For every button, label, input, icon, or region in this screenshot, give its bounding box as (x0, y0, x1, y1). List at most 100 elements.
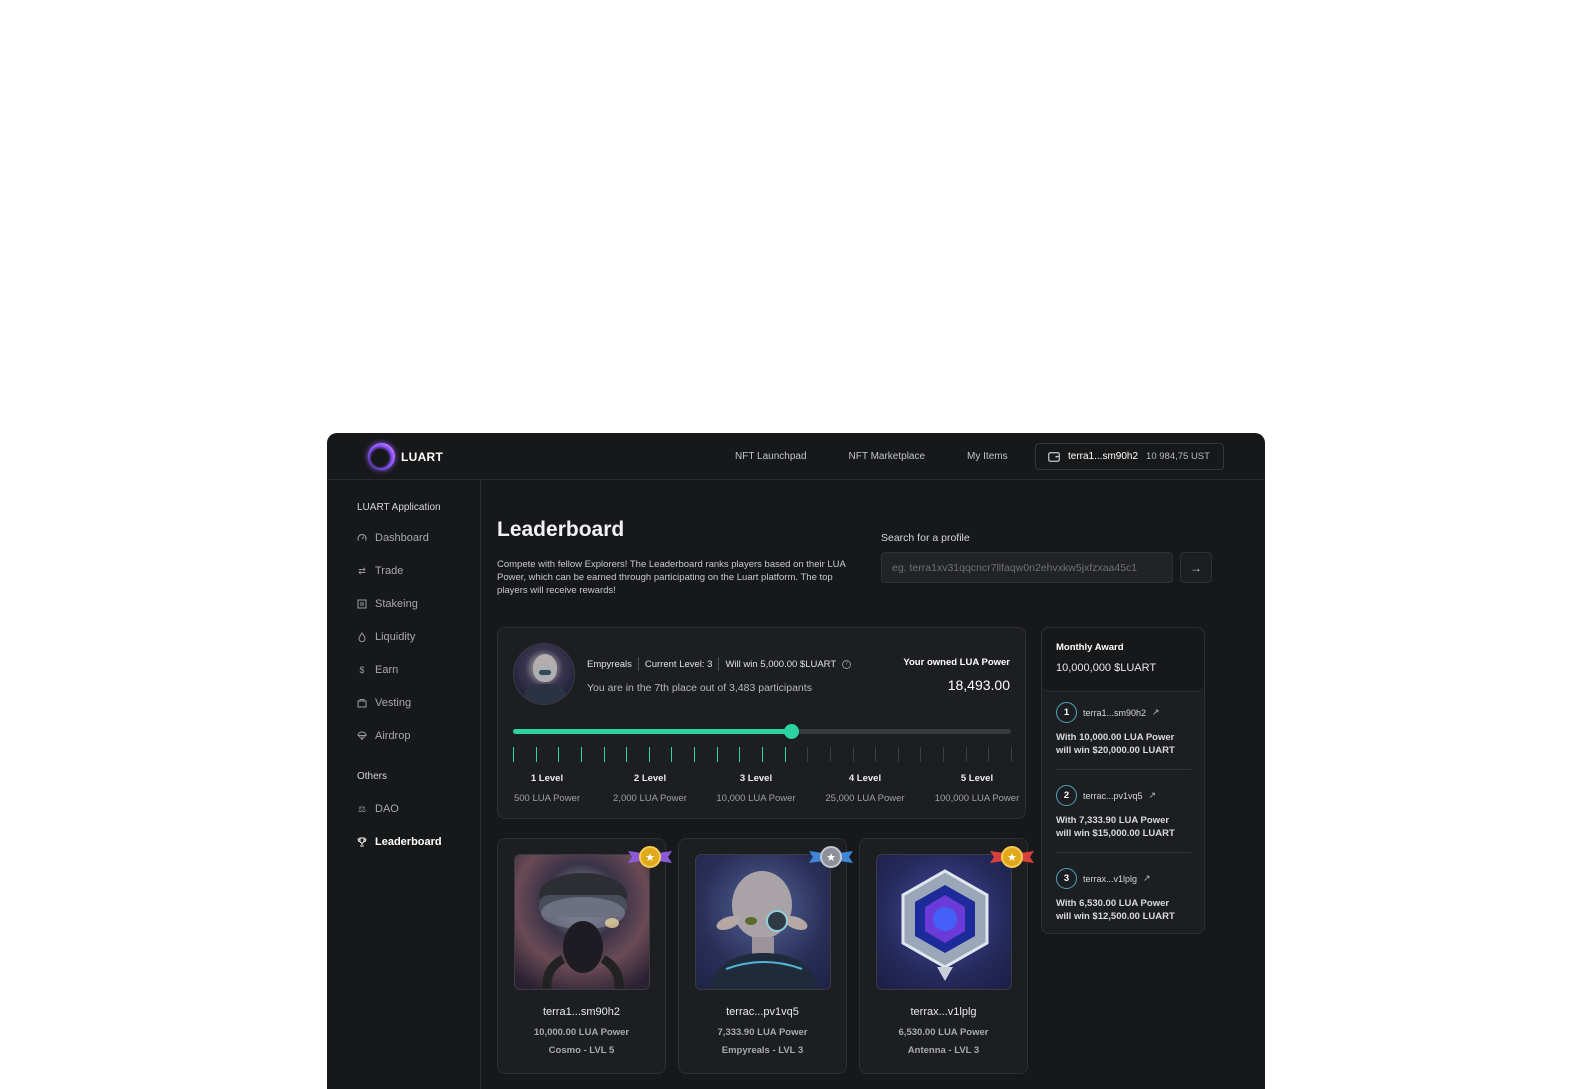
rank-address[interactable]: terra1...sm90h2 (1083, 708, 1146, 718)
rank-power-line: With 7,333.90 LUA Power (1056, 815, 1170, 826)
level-progress-thumb[interactable] (783, 724, 799, 739)
nav-nft-launchpad[interactable]: NFT Launchpad (735, 451, 807, 462)
sidebar-item-airdrop[interactable]: Airdrop (357, 730, 410, 742)
level-5: 5 Level 100,000 LUA Power (935, 773, 1020, 804)
arrow-right-icon: → (1190, 560, 1202, 575)
award-amount: 10,000,000 $LUART (1056, 662, 1157, 674)
rank-win-line: will win $20,000.00 LUART (1056, 745, 1175, 756)
rank-power-line: With 10,000.00 LUA Power (1056, 732, 1175, 743)
owned-power-label: Your owned LUA Power (903, 657, 1010, 668)
page-description: Compete with fellow Explorers! The Leade… (497, 559, 846, 596)
sidebar-item-label: Stakeing (375, 598, 418, 610)
nav-my-items[interactable]: My Items (967, 451, 1008, 462)
luart-logo-icon (368, 443, 395, 470)
player-address: terra1...sm90h2 (542, 1006, 621, 1018)
sidebar-item-dashboard[interactable]: Dashboard (357, 532, 429, 544)
sidebar-item-liquidity[interactable]: Liquidity (357, 631, 415, 643)
level-ticks (513, 747, 1012, 763)
top-player-card-1[interactable]: ★ terra1...sm90h2 10,000.00 LUA Power Co… (497, 838, 672, 1074)
level-name: 4 Level (848, 773, 882, 784)
level-2: 2 Level 2,000 LUA Power (613, 773, 687, 804)
sidebar: LUART Application Dashboard ⇄ Trade Stak… (327, 480, 481, 1089)
wallet-icon (1048, 452, 1060, 462)
top-player-card-2[interactable]: ★ terrac...pv1vq5 7,333.90 LUA Power Emp… (678, 838, 853, 1074)
sidebar-item-trade[interactable]: ⇄ Trade (357, 565, 403, 577)
award-rank-1: 1 terra1...sm90h2 ↗ With 10,000.00 LUA P… (1056, 702, 1191, 757)
level-power: 10,000 LUA Power (716, 793, 796, 804)
level-power: 2,000 LUA Power (613, 793, 687, 804)
external-link-icon[interactable]: ↗ (1143, 873, 1151, 884)
level-tick (603, 747, 605, 762)
level-power: 25,000 LUA Power (825, 793, 905, 804)
player-power: 7,333.90 LUA Power (717, 1027, 808, 1038)
top-player-card-3[interactable]: ★ terrax...v1lplg 6,530.00 LUA Power Ant… (859, 838, 1034, 1074)
main-content: Leaderboard Compete with fellow Explorer… (481, 480, 1265, 1089)
external-link-icon[interactable]: ↗ (1152, 707, 1160, 718)
level-tick (626, 747, 628, 762)
level-name: 2 Level (633, 773, 667, 784)
sidebar-section-application: LUART Application (357, 502, 441, 513)
level-name: 1 Level (530, 773, 564, 784)
level-tick (716, 747, 718, 762)
brand-logo[interactable]: LUART (368, 443, 443, 470)
award-title: Monthly Award (1056, 642, 1124, 653)
brand-name: LUART (401, 449, 444, 464)
dollar-icon: $ (359, 665, 365, 675)
rank-address[interactable]: terrax...v1lplg (1083, 874, 1137, 884)
rank-power-line: With 6,530.00 LUA Power (1056, 898, 1170, 909)
profile-search-input[interactable] (881, 552, 1173, 583)
level-tick (784, 747, 786, 762)
page-title: Leaderboard (497, 518, 625, 541)
nft-image (876, 854, 1012, 990)
nav-links: NFT Launchpad NFT Marketplace My Items (735, 433, 1050, 480)
level-power: 100,000 LUA Power (934, 793, 1020, 804)
divider (1056, 852, 1191, 853)
nft-image (695, 854, 831, 990)
sidebar-item-stakeing[interactable]: Stakeing (357, 598, 418, 610)
nav-nft-marketplace[interactable]: NFT Marketplace (849, 451, 926, 462)
search-submit-button[interactable]: → (1180, 552, 1212, 583)
sidebar-item-vesting[interactable]: Vesting (357, 697, 411, 709)
award-header: Monthly Award 10,000,000 $LUART (1042, 628, 1204, 692)
level-tick (558, 747, 560, 762)
rank-win-line: will win $15,000.00 LUART (1056, 828, 1175, 839)
sidebar-item-label: Vesting (375, 697, 412, 709)
rank-address[interactable]: terrac...pv1vq5 (1083, 791, 1143, 801)
will-win-text: Will win 5,000.00 $LUART (725, 658, 837, 670)
level-name: 3 Level (739, 773, 773, 784)
level-tick (513, 747, 514, 762)
sidebar-item-label: DAO (375, 803, 399, 815)
level-power: 500 LUA Power (513, 793, 581, 804)
level-tick (920, 747, 922, 762)
award-rank-3: 3 terrax...v1lplg ↗ With 6,530.00 LUA Po… (1056, 868, 1191, 923)
sidebar-item-leaderboard[interactable]: Leaderboard (357, 836, 442, 848)
search-label: Search for a profile (881, 532, 970, 544)
level-tick (829, 747, 831, 762)
wallet-button[interactable]: terra1...sm90h2 10 984,75 UST (1035, 443, 1224, 470)
sidebar-item-dao[interactable]: ⚖ DAO (357, 803, 399, 815)
level-name: 5 Level (960, 773, 994, 784)
info-icon[interactable]: ? (842, 659, 852, 669)
level-4: 4 Level 25,000 LUA Power (825, 773, 904, 804)
level-tick (943, 747, 945, 762)
top-navbar: LUART NFT Launchpad NFT Marketplace My I… (327, 433, 1265, 480)
sidebar-item-earn[interactable]: $ Earn (357, 664, 398, 676)
sidebar-item-label: Trade (375, 565, 404, 577)
level-tick (1011, 747, 1012, 762)
sidebar-item-label: Dashboard (375, 532, 429, 544)
level-tick (694, 747, 696, 762)
gold-medal-icon: ★ (628, 844, 672, 872)
player-meta: Empyreals Current Level: 3 Will win 5,00… (587, 657, 852, 671)
owned-power-value: 18,493.00 (947, 677, 1010, 693)
divider (1056, 769, 1191, 770)
player-level-tag: Cosmo - LVL 5 (548, 1045, 615, 1056)
silver-medal-icon: ★ (809, 844, 853, 872)
wallet-address: terra1...sm90h2 (1068, 451, 1139, 462)
level-1: 1 Level 500 LUA Power (514, 773, 580, 804)
external-link-icon[interactable]: ↗ (1149, 790, 1157, 801)
avatar (513, 643, 575, 705)
sidebar-item-label: Leaderboard (375, 836, 442, 848)
trophy-icon (357, 837, 367, 847)
scales-icon: ⚖ (357, 803, 367, 814)
level-progress-track (513, 724, 1011, 739)
